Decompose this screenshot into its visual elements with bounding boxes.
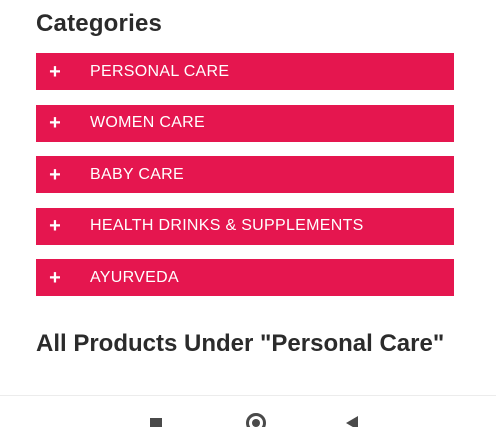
category-label: BABY CARE: [90, 165, 184, 183]
category-item-ayurveda[interactable]: + AYURVEDA: [36, 259, 454, 296]
category-item-women-care[interactable]: + WOMEN CARE: [36, 104, 454, 142]
plus-icon: +: [49, 60, 61, 83]
system-navigation-bar: [0, 395, 496, 427]
home-circle-icon[interactable]: [246, 413, 266, 427]
page: Categories + PERSONAL CARE + WOMEN CARE …: [0, 0, 496, 427]
back-triangle-icon[interactable]: [346, 416, 358, 427]
plus-icon: +: [49, 163, 61, 186]
category-label: HEALTH DRINKS & SUPPLEMENTS: [90, 217, 364, 234]
recents-square-icon[interactable]: [150, 418, 162, 427]
plus-icon: +: [49, 112, 61, 134]
category-label: PERSONAL CARE: [90, 62, 230, 80]
plus-icon: +: [49, 215, 61, 237]
category-label: WOMEN CARE: [90, 114, 205, 131]
categories-heading: Categories: [36, 10, 163, 37]
category-item-baby-care[interactable]: + BABY CARE: [36, 156, 454, 193]
plus-icon: +: [49, 266, 61, 289]
category-label: AYURVEDA: [90, 268, 179, 286]
categories-list: + PERSONAL CARE + WOMEN CARE + BABY CARE…: [36, 53, 454, 311]
products-heading: All Products Under "Personal Care": [36, 330, 445, 357]
category-item-health-drinks[interactable]: + HEALTH DRINKS & SUPPLEMENTS: [36, 207, 454, 245]
category-item-personal-care[interactable]: + PERSONAL CARE: [36, 53, 454, 90]
